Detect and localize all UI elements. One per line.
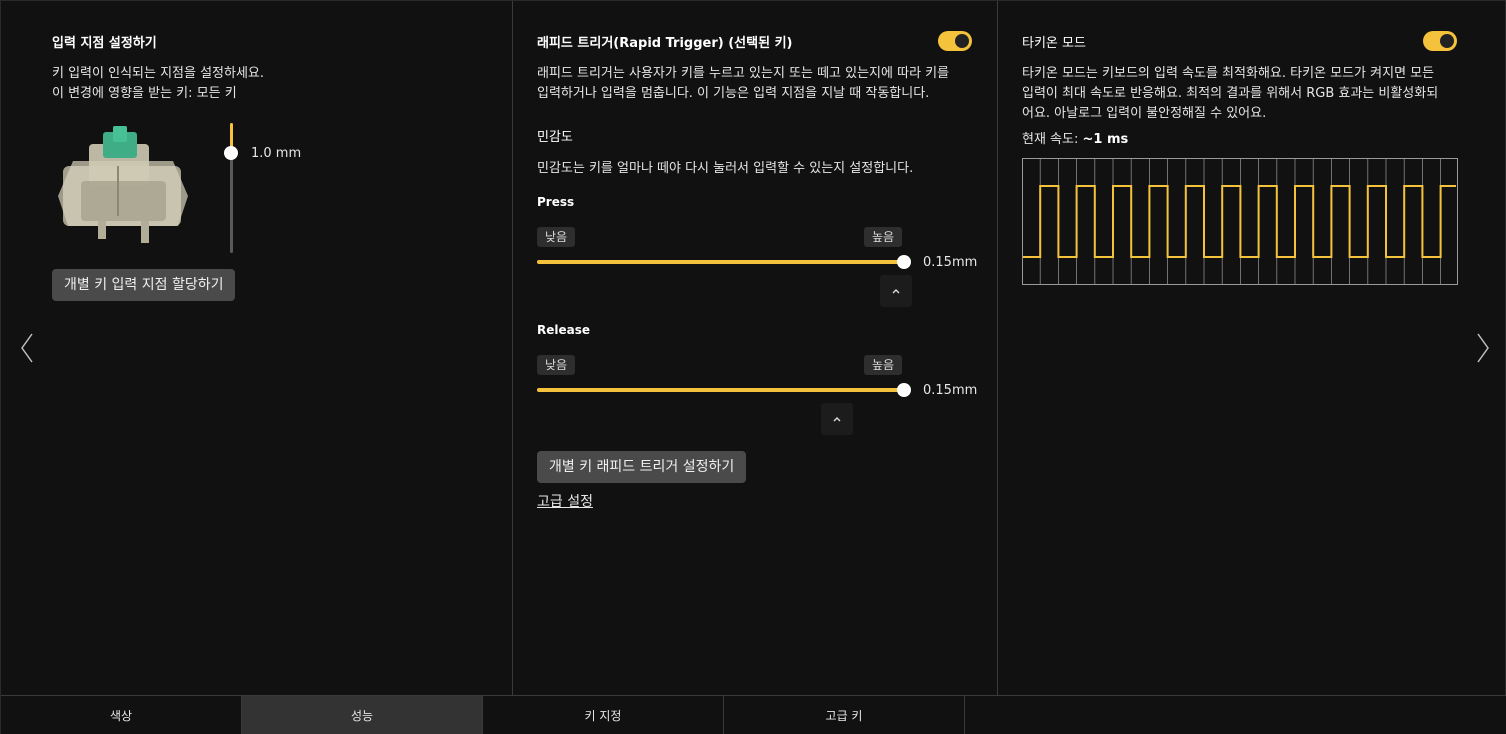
press-value: 0.15mm — [923, 255, 978, 270]
key-switch-image — [58, 126, 188, 243]
press-collapse-button[interactable] — [880, 275, 912, 307]
sensitivity-title: 민감도 — [537, 130, 573, 145]
chevron-up-icon — [833, 417, 841, 422]
tachyon-desc-3: 어요. 아날로그 입력이 불안정해질 수 있어요. — [1022, 106, 1267, 121]
input-speed-waveform — [1022, 158, 1458, 285]
sensitivity-desc: 민감도는 키를 얼마나 떼야 다시 눌러서 입력할 수 있는지 설정합니다. — [537, 161, 914, 176]
release-collapse-button[interactable] — [821, 403, 853, 435]
speed-label: 현재 속도: — [1022, 132, 1079, 147]
tachyon-desc-2: 입력이 최대 속도로 반응해요. 최적의 결과를 위해서 RGB 효과는 비활성… — [1022, 86, 1439, 101]
performance-settings-window: 입력 지점 설정하기 키 입력이 인식되는 지점을 설정하세요. 이 변경에 영… — [0, 0, 1506, 734]
release-slider-track[interactable] — [537, 388, 905, 392]
release-low-label: 낮음 — [537, 355, 576, 375]
assign-actuation-button[interactable]: 개별 키 입력 지점 할당하기 — [52, 269, 236, 301]
release-value: 0.15mm — [923, 383, 978, 398]
speed-value: ~1 ms — [1082, 132, 1129, 147]
rapid-trigger-desc-1: 래피드 트리거는 사용자가 키를 누르고 있는지 또는 떼고 있는지에 따라 키… — [537, 66, 950, 81]
rapid-trigger-toggle[interactable] — [938, 31, 972, 51]
chevron-left-icon[interactable] — [18, 331, 38, 365]
tab-color[interactable]: 색상 — [1, 696, 242, 734]
actuation-desc-1: 키 입력이 인식되는 지점을 설정하세요. — [52, 66, 265, 81]
tachyon-desc-1: 타키온 모드는 키보드의 입력 속도를 최적화해요. 타키온 모드가 켜지면 모… — [1022, 66, 1435, 81]
actuation-desc-2: 이 변경에 영향을 받는 키: 모든 키 — [52, 86, 237, 101]
rapid-trigger-title: 래피드 트리거(Rapid Trigger) (선택된 키) — [537, 36, 793, 51]
tachyon-toggle[interactable] — [1423, 31, 1457, 51]
actuation-value: 1.0 mm — [251, 146, 302, 161]
bottom-tab-bar: 색상 성능 키 지정 고급 키 — [1, 695, 1506, 734]
rapid-trigger-desc-2: 입력하거나 입력을 멈춥니다. 이 기능은 입력 지점을 지날 때 작동합니다. — [537, 86, 930, 101]
press-label: Press — [537, 195, 575, 209]
toggle-knob — [955, 34, 969, 48]
press-slider-track[interactable] — [537, 260, 905, 264]
toggle-knob — [1440, 34, 1454, 48]
actuation-title: 입력 지점 설정하기 — [52, 36, 157, 51]
press-slider-thumb[interactable] — [897, 255, 911, 269]
actuation-slider-thumb[interactable] — [224, 146, 238, 160]
advanced-settings-link[interactable]: 고급 설정 — [537, 491, 593, 511]
tachyon-title: 타키온 모드 — [1022, 36, 1086, 51]
press-high-label: 높음 — [864, 227, 903, 247]
tab-advanced-keys[interactable]: 고급 키 — [724, 696, 965, 734]
rapid-trigger-panel: 래피드 트리거(Rapid Trigger) (선택된 키) 래피드 트리거는 … — [512, 1, 997, 695]
release-slider-thumb[interactable] — [897, 383, 911, 397]
press-low-label: 낮음 — [537, 227, 576, 247]
tachyon-speed: 현재 속도: ~1 ms — [1022, 130, 1128, 150]
tab-performance[interactable]: 성능 — [242, 696, 483, 734]
tab-key-assignment[interactable]: 키 지정 — [483, 696, 724, 734]
individual-rapid-trigger-button[interactable]: 개별 키 래피드 트리거 설정하기 — [537, 451, 747, 483]
release-label: Release — [537, 323, 591, 337]
chevron-right-icon[interactable] — [1472, 331, 1492, 365]
waveform-line — [1023, 185, 1456, 258]
release-high-label: 높음 — [864, 355, 903, 375]
chevron-up-icon — [892, 289, 900, 294]
tachyon-panel: 타키온 모드 타키온 모드는 키보드의 입력 속도를 최적화해요. 타키온 모드… — [997, 1, 1506, 695]
actuation-panel: 입력 지점 설정하기 키 입력이 인식되는 지점을 설정하세요. 이 변경에 영… — [1, 1, 512, 695]
